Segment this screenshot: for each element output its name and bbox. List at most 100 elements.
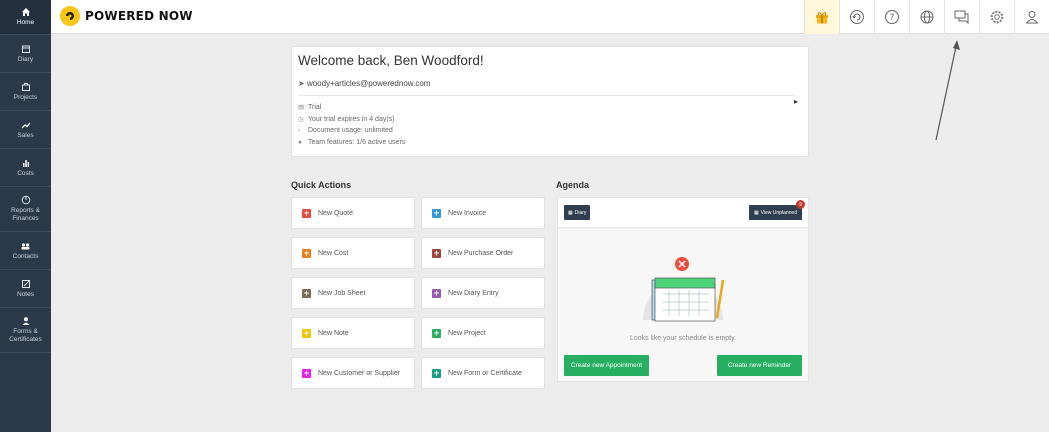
trial-text: Your trial expires in 4 day(s): [308, 115, 395, 123]
plus-icon: +: [302, 367, 311, 378]
sidebar-item-contacts[interactable]: Contacts: [0, 232, 51, 270]
calendar-icon: ▦: [568, 209, 573, 216]
agenda-panel: ▦ Diary ▦ View Unplanned 9 Looks like yo…: [557, 197, 809, 382]
plus-icon: +: [432, 367, 441, 378]
language-button[interactable]: [909, 0, 944, 34]
logo[interactable]: POWERED NOW: [60, 6, 193, 26]
gift-button[interactable]: [804, 0, 839, 34]
settings-button[interactable]: [979, 0, 1014, 34]
create-appointment-button[interactable]: Create new Appointment: [564, 355, 649, 376]
chevron-right-icon[interactable]: ▸: [794, 97, 798, 106]
diary-button-label: Diary: [574, 209, 587, 216]
quick-action-button[interactable]: + New Project: [421, 317, 545, 349]
view-unplanned-label: View Unplanned: [760, 209, 797, 216]
quick-action-button[interactable]: + New Job Sheet: [291, 277, 415, 309]
plan-text: Trial: [308, 103, 322, 111]
sidebar-item-sales[interactable]: Sales: [0, 111, 51, 149]
quick-action-button[interactable]: + New Note: [291, 317, 415, 349]
sidebar-item-label: Costs: [17, 169, 34, 177]
sidebar-item-diary[interactable]: Diary: [0, 35, 51, 73]
chat-icon: [954, 10, 969, 25]
sidebar-item-projects[interactable]: Projects: [0, 73, 51, 111]
plus-icon: +: [302, 207, 311, 218]
quick-action-label: New Diary Entry: [448, 289, 499, 297]
send-icon: ➤: [298, 79, 305, 88]
sidebar-item-label: Contacts: [12, 252, 39, 260]
profile-button[interactable]: [1014, 0, 1049, 34]
quick-action-label: New Job Sheet: [318, 289, 366, 297]
quick-action-button[interactable]: + New Purchase Order: [421, 237, 545, 269]
plan-line: ▤ Trial: [298, 103, 322, 112]
plus-icon: +: [302, 287, 311, 298]
quick-action-label: New Project: [448, 329, 486, 337]
quick-action-button[interactable]: + New Form or Certificate: [421, 357, 545, 389]
agenda-title: Agenda: [556, 180, 590, 190]
quick-action-label: New Form or Certificate: [448, 369, 522, 377]
plus-icon: +: [432, 287, 441, 298]
sidebar-item-label: Projects: [13, 93, 38, 101]
refresh-button[interactable]: [839, 0, 874, 34]
messages-button[interactable]: [944, 0, 979, 34]
home-icon: [21, 8, 30, 16]
refresh-icon: [850, 10, 864, 24]
welcome-title: Welcome back, Ben Woodford!: [298, 53, 484, 68]
team-line: ● Team features: 1/6 active users: [298, 139, 405, 146]
people-icon: [21, 242, 30, 249]
plus-icon: +: [302, 327, 311, 338]
plus-icon: +: [432, 207, 441, 218]
sidebar-item-home[interactable]: Home: [0, 0, 51, 35]
sidebar-item-label: Notes: [17, 290, 34, 298]
user-icon: [1025, 11, 1039, 24]
note-icon: [21, 279, 30, 288]
plus-icon: +: [432, 247, 441, 258]
quick-action-button[interactable]: + New Quote: [291, 197, 415, 229]
quick-action-button[interactable]: + New Customer or Supplier: [291, 357, 415, 389]
agenda-header: ▦ Diary ▦ View Unplanned 9: [558, 198, 808, 228]
unplanned-count-badge: 9: [796, 200, 805, 209]
logo-text: POWERED NOW: [85, 9, 193, 23]
view-unplanned-button[interactable]: ▦ View Unplanned: [748, 205, 802, 220]
quick-action-label: New Purchase Order: [448, 249, 514, 257]
plus-icon: +: [302, 247, 311, 258]
plus-icon: +: [432, 327, 441, 338]
file-icon: ▫: [298, 127, 301, 134]
quick-action-label: New Note: [318, 329, 349, 337]
sidebar: Home Diary Projects Sales Costs Reports …: [0, 0, 51, 432]
bar-chart-icon: [22, 159, 29, 167]
email-text: woody+articles@powerednow.com: [306, 79, 431, 88]
quick-action-label: New Customer or Supplier: [318, 369, 401, 377]
globe-icon: [920, 10, 934, 24]
quick-action-button[interactable]: + New Invoice: [421, 197, 545, 229]
sidebar-item-forms[interactable]: Forms & Certificates: [0, 308, 51, 353]
create-reminder-button[interactable]: Create new Reminder: [717, 355, 802, 376]
quick-action-label: New Quote: [318, 209, 354, 217]
calendar-icon: [21, 45, 30, 53]
sidebar-item-costs[interactable]: Costs: [0, 149, 51, 187]
person-icon: [22, 317, 29, 325]
team-icon: ●: [298, 139, 302, 146]
briefcase-icon: [21, 82, 30, 91]
divider: [298, 95, 794, 96]
sidebar-item-reports[interactable]: Reports & Finances: [0, 187, 51, 232]
top-bar: POWERED NOW ?: [51, 0, 1049, 34]
quick-action-label: New Cost: [318, 249, 349, 257]
welcome-card: Welcome back, Ben Woodford! ➤ woody+arti…: [291, 46, 809, 157]
sidebar-item-notes[interactable]: Notes: [0, 270, 51, 308]
team-text: Team features: 1/6 active users: [308, 139, 406, 146]
help-button[interactable]: ?: [874, 0, 909, 34]
quick-action-button[interactable]: + New Diary Entry: [421, 277, 545, 309]
quick-action-label: New Invoice: [448, 209, 487, 217]
sidebar-item-label: Diary: [17, 55, 34, 63]
diary-button[interactable]: ▦ Diary: [564, 205, 591, 220]
calendar-icon: ▦: [753, 209, 759, 216]
quick-action-button[interactable]: + New Cost: [291, 237, 415, 269]
clock-icon: ◷: [298, 116, 304, 123]
trend-icon: [21, 122, 30, 128]
logo-icon: [60, 6, 80, 26]
annotation-arrow: [935, 40, 960, 141]
sidebar-item-label: Sales: [17, 131, 34, 139]
usage-line: ▫ Document usage: unlimited: [298, 127, 393, 134]
empty-calendar-illustration: [643, 257, 725, 322]
trial-line: ◷ Your trial expires in 4 day(s): [298, 115, 395, 124]
usage-text: Document usage: unlimited: [308, 127, 393, 134]
